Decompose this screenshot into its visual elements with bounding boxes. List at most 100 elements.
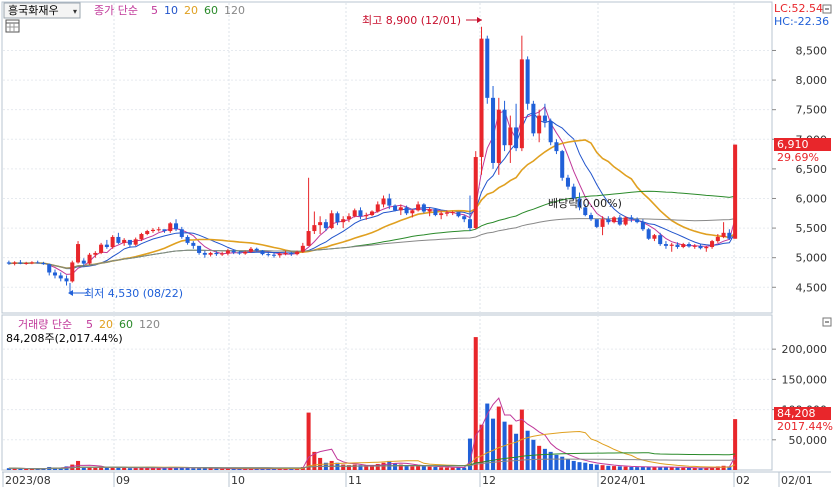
chevron-down-icon[interactable]: ▾ [73,7,77,16]
candle-body [663,244,668,246]
candle-body [168,223,173,232]
candle-body [99,244,104,253]
candle-body [508,127,513,146]
date-tick-label: 2023/08 [5,474,51,487]
current-volume-change: 2017.44% [777,420,833,433]
candle-body [254,248,259,251]
candle-body [410,210,415,214]
legend-item: 종가 단순 [94,4,138,17]
candle-body [104,244,109,248]
candle-body [110,236,115,248]
candle-body [369,211,375,216]
candle-body [346,216,351,220]
candle-body [525,59,530,104]
candle-body [364,215,369,217]
volume-bar [191,468,196,470]
lc-label: LC:52.54 [774,2,823,15]
legend-item: 20 [184,4,198,17]
candle-body [352,210,357,217]
volume-tick-label: 200,000 [782,343,828,356]
candle-body [589,215,594,220]
chart-background [0,0,833,487]
candle-body [686,244,692,247]
volume-bar [202,468,207,470]
candle-body [12,262,17,264]
candle-body [202,252,207,255]
candle-body [179,229,184,237]
candle-body [358,210,363,217]
volume-bar [652,467,657,470]
legend-item: 120 [139,318,160,331]
stock-chart-window: 4,5005,0005,5006,0006,5007,0007,5008,000… [0,0,833,487]
volume-bar [698,468,703,470]
volume-legend: 거래량 단순 5 20 60 120 [18,318,160,331]
volume-bar [122,467,127,470]
candle-body [52,272,58,276]
volume-bar [433,466,438,470]
date-tick-label: 12 [482,474,496,487]
volume-bar [721,465,726,470]
candle-body [260,250,265,255]
stock-name: 흥국화재우 [8,3,59,17]
candle-body [404,207,409,214]
volume-bar [421,466,426,470]
candle-body [433,209,438,216]
date-tick-label: 11 [348,474,362,487]
volume-bar [733,419,738,470]
volume-bar [410,466,415,470]
candle-body [197,245,202,253]
candle-body [531,103,536,134]
price-tick-label: 7,500 [796,104,828,117]
volume-bar [686,467,692,470]
candle-body [704,247,709,249]
candle-body [467,219,473,229]
volume-bar [681,467,686,470]
candle-body [554,142,559,152]
candle-body [231,250,236,253]
volume-bar [162,468,167,470]
volume-bar [675,467,680,470]
candle-body [283,252,288,254]
candle-body [225,250,230,254]
candle-body [514,127,519,149]
date-tick-label: 02 [736,474,750,487]
chart-canvas[interactable]: 4,5005,0005,5006,0006,5007,0007,5008,000… [0,0,833,487]
candle-body [24,263,29,265]
candle-body [6,262,11,264]
volume-bar [606,465,611,470]
max-price-annotation: 최고 8,900 (12/01) [362,14,461,27]
volume-bar [439,467,444,470]
candle-body [606,219,611,223]
candle-body [81,260,86,264]
candle-body [300,245,305,252]
volume-bar [416,465,421,470]
volume-bar [329,460,334,470]
volume-bar [444,467,449,470]
volume-bar [341,464,346,470]
candle-body [341,219,346,223]
price-tick-label: 4,500 [796,281,828,294]
candle-body [456,212,461,217]
candle-body [87,254,92,264]
candle-body [427,209,432,212]
volume-bar [583,462,588,470]
candle-body [646,229,651,239]
candle-body [64,278,69,282]
candle-body [519,59,524,149]
volume-bar [623,466,628,470]
volume-bar [473,337,478,470]
candle-body [70,262,75,282]
volume-bar [93,467,98,470]
candle-body [548,121,553,143]
candle-body [640,222,645,230]
candle-body [381,198,386,205]
volume-bar [629,466,634,470]
volume-bar [617,466,622,470]
candle-body [162,229,167,232]
candle-body [139,234,144,240]
candle-body [623,217,628,225]
candle-body [450,212,455,214]
volume-bar [514,433,519,470]
calendar-icon[interactable] [5,19,20,33]
price-tick-label: 8,500 [796,44,828,57]
